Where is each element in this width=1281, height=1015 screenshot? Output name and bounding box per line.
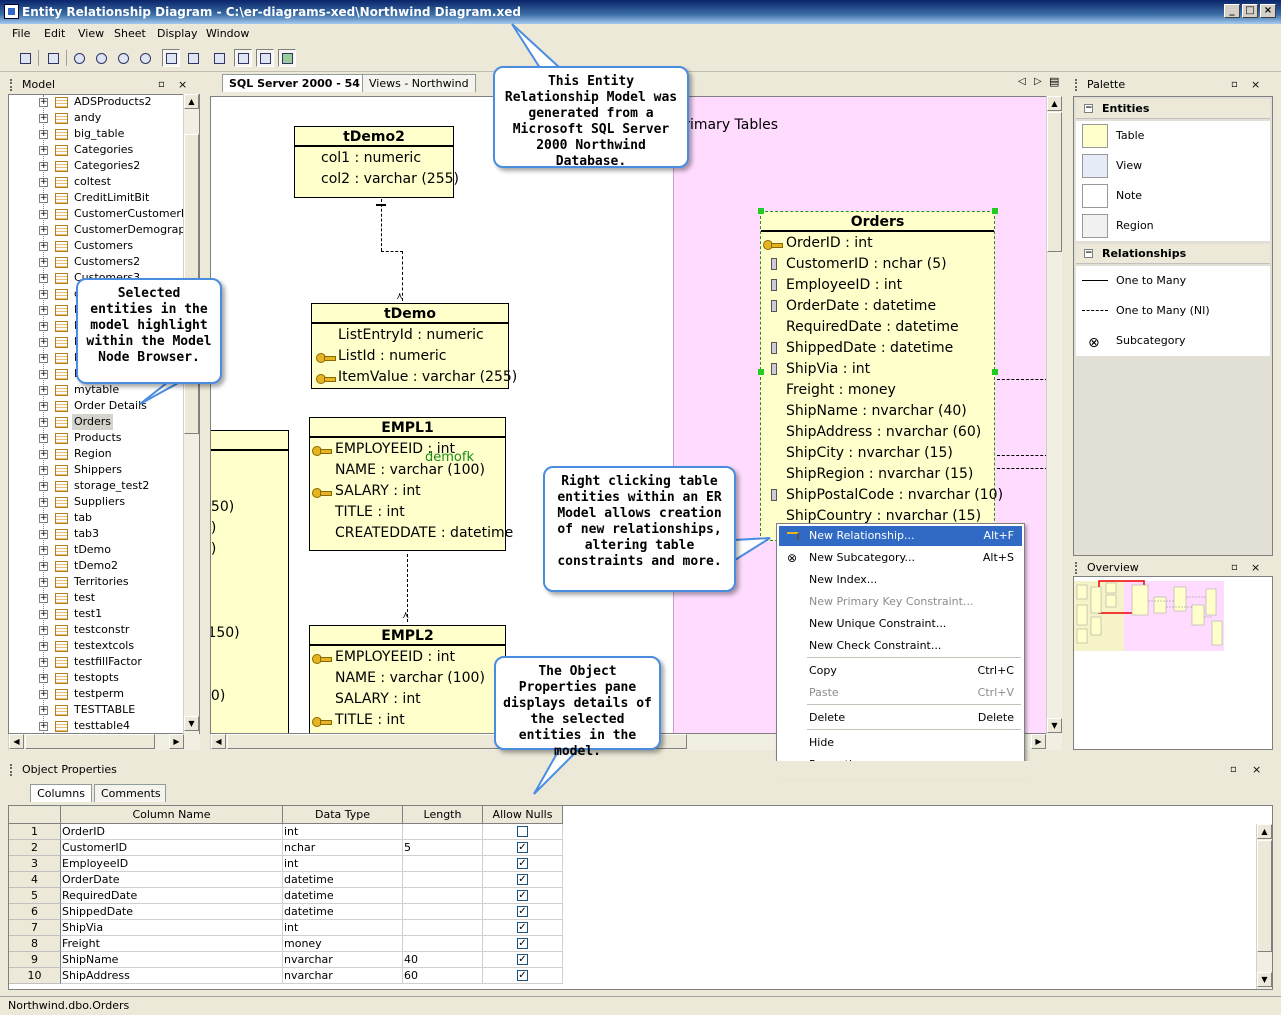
callout-model-origin: This Entity Relationship Model was gener… — [493, 66, 689, 169]
callout-right-click: Right clicking table entities within an … — [543, 466, 736, 592]
callout-selected-entities: Selected entities in the model highlight… — [76, 278, 222, 384]
callout-object-properties: The Object Properties pane displays deta… — [494, 656, 661, 759]
